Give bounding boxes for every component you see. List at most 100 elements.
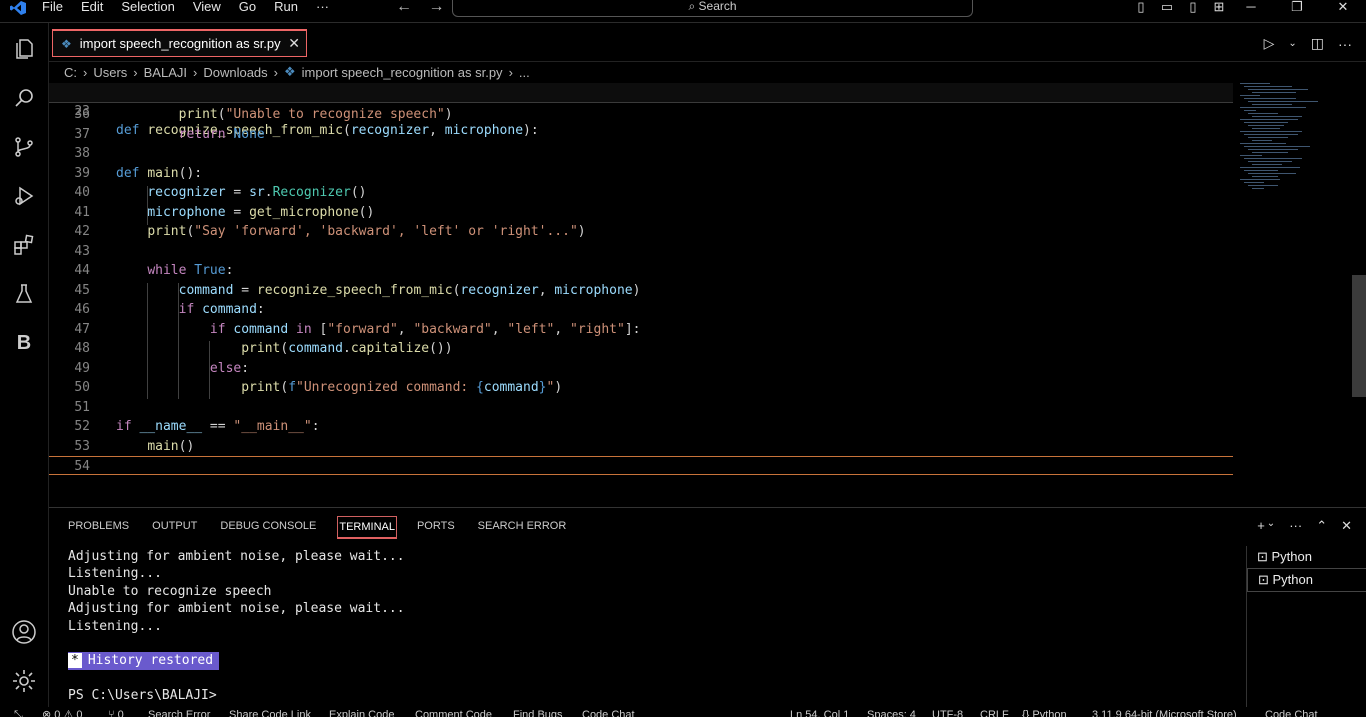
- toggle-secondary-sidebar-icon[interactable]: ▯: [1180, 0, 1206, 14]
- code-line-row[interactable]: 54: [49, 456, 1233, 475]
- close-panel-icon[interactable]: ✕: [1341, 518, 1352, 534]
- tab-terminal[interactable]: TERMINAL: [337, 516, 397, 539]
- editor-scrollbar[interactable]: [1352, 275, 1366, 397]
- vscode-logo-icon[interactable]: [10, 1, 26, 20]
- extensions-icon[interactable]: [10, 231, 38, 259]
- panel-more-icon[interactable]: ···: [1289, 518, 1302, 534]
- sticky-scroll-line[interactable]: 23 def recognize_speech_from_mic(recogni…: [49, 83, 1233, 138]
- tab-ports[interactable]: PORTS: [417, 516, 455, 539]
- terminal-instance[interactable]: ⊡ Python: [1247, 568, 1366, 592]
- code-editor[interactable]: 23 def recognize_speech_from_mic(recogni…: [49, 83, 1233, 503]
- code-line-row[interactable]: 42 print("Say 'forward', 'backward', 'le…: [49, 222, 1233, 241]
- forward-arrow-icon[interactable]: →: [428, 0, 444, 15]
- code-line-row[interactable]: 50 print(f"Unrecognized command: {comman…: [49, 378, 1233, 397]
- terminal-output[interactable]: Adjusting for ambient noise, please wait…: [68, 548, 405, 705]
- line-number: 46: [74, 302, 90, 317]
- menu-file[interactable]: File: [42, 0, 63, 14]
- new-terminal-plus-icon[interactable]: +: [1257, 518, 1265, 534]
- remote-icon[interactable]: ⤡: [14, 707, 23, 717]
- code-line-row[interactable]: 49 else:: [49, 359, 1233, 378]
- terminal-instance[interactable]: ⊡ Python: [1247, 546, 1366, 568]
- menu-selection[interactable]: Selection: [121, 0, 174, 14]
- code-line: while True:: [147, 263, 234, 278]
- minimap-line: [1240, 155, 1262, 156]
- close-tab-icon[interactable]: ✕: [288, 35, 300, 52]
- menu-run[interactable]: Run: [274, 0, 298, 14]
- menu-go[interactable]: Go: [239, 0, 256, 14]
- language-mode[interactable]: {} Python: [1022, 707, 1067, 717]
- b-extension-icon[interactable]: B: [10, 329, 38, 357]
- menu-view[interactable]: View: [193, 0, 221, 14]
- restore-icon[interactable]: ❐: [1274, 0, 1320, 14]
- status-share-code-link[interactable]: Share Code Link: [229, 707, 311, 717]
- run-options-chevron-icon[interactable]: ⌄: [1288, 38, 1296, 49]
- terminal-dropdown-chevron-icon[interactable]: ⌄: [1267, 518, 1275, 534]
- status-find-bugs[interactable]: Find Bugs: [513, 707, 563, 717]
- code-line-row[interactable]: 38: [49, 144, 1233, 163]
- indentation[interactable]: Spaces: 4: [867, 707, 916, 717]
- code-line-row[interactable]: 45 command = recognize_speech_from_mic(r…: [49, 281, 1233, 300]
- code-line: print("Unable to recognize speech"): [178, 107, 453, 122]
- end-of-line[interactable]: CRLF: [980, 707, 1009, 717]
- source-control-icon[interactable]: [10, 133, 38, 161]
- back-arrow-icon[interactable]: ←: [396, 0, 412, 15]
- editor-tab[interactable]: ❖ import speech_recognition as sr.py ✕: [52, 29, 307, 57]
- settings-gear-icon[interactable]: [10, 667, 38, 695]
- maximize-panel-chevron-up-icon[interactable]: ⌃: [1316, 518, 1327, 534]
- code-line-row[interactable]: 51: [49, 398, 1233, 417]
- breadcrumb-item[interactable]: import speech_recognition as sr.py: [302, 65, 503, 80]
- account-icon[interactable]: [10, 618, 38, 646]
- code-line-row[interactable]: 44 while True:: [49, 261, 1233, 280]
- code-line-row[interactable]: 36 print("Unable to recognize speech"): [49, 105, 1233, 124]
- code-line-row[interactable]: 43: [49, 242, 1233, 261]
- problems-status[interactable]: ⊗ 0 ⚠ 0: [42, 707, 83, 717]
- tab-problems[interactable]: PROBLEMS: [68, 516, 129, 539]
- minimap-line: [1244, 134, 1298, 135]
- close-window-icon[interactable]: ✕: [1320, 0, 1366, 14]
- command-center-search[interactable]: ⌕ Search: [452, 0, 973, 17]
- tab-search-error[interactable]: SEARCH ERROR: [478, 516, 567, 539]
- status-explain-code[interactable]: Explain Code: [329, 707, 394, 717]
- code-line-row[interactable]: 47 if command in ["forward", "backward",…: [49, 320, 1233, 339]
- minimap-line: [1244, 146, 1310, 147]
- breadcrumb-item[interactable]: Downloads: [203, 65, 267, 80]
- menu-more[interactable]: ···: [316, 0, 329, 14]
- run-python-file-icon[interactable]: ▷: [1264, 35, 1275, 52]
- code-line-row[interactable]: 48 print(command.capitalize()): [49, 339, 1233, 358]
- code-line-row[interactable]: 37 return None: [49, 125, 1233, 144]
- search-view-icon[interactable]: [10, 84, 38, 112]
- minimap[interactable]: [1236, 83, 1352, 203]
- minimap-line: [1240, 167, 1300, 168]
- breadcrumb-item[interactable]: Users: [93, 65, 127, 80]
- minimap-line: [1248, 137, 1288, 138]
- status-comment-code[interactable]: Comment Code: [415, 707, 492, 717]
- code-chat-status[interactable]: Code Chat: [1265, 707, 1318, 717]
- status-search-error[interactable]: Search Error: [148, 707, 210, 717]
- run-debug-icon[interactable]: [10, 182, 38, 210]
- minimap-line: [1248, 161, 1292, 162]
- tab-output[interactable]: OUTPUT: [152, 516, 197, 539]
- code-line-row[interactable]: 53 main(): [49, 437, 1233, 456]
- code-line-row[interactable]: 41 microphone = get_microphone(): [49, 203, 1233, 222]
- testing-flask-icon[interactable]: [10, 280, 38, 308]
- code-line-row[interactable]: 40 recognizer = sr.Recognizer(): [49, 183, 1233, 202]
- explorer-icon[interactable]: [10, 35, 38, 63]
- python-interpreter[interactable]: 3.11.9 64-bit (Microsoft Store): [1092, 707, 1237, 717]
- code-line-row[interactable]: 52 if __name__ == "__main__":: [49, 417, 1233, 436]
- code-line-row[interactable]: 46 if command:: [49, 300, 1233, 319]
- status-code-chat[interactable]: Code Chat: [582, 707, 635, 717]
- tab-debug-console[interactable]: DEBUG CONSOLE: [220, 516, 316, 539]
- breadcrumb-item[interactable]: C:: [64, 65, 77, 80]
- code-line-row[interactable]: 39 def main():: [49, 164, 1233, 183]
- encoding[interactable]: UTF-8: [932, 707, 963, 717]
- minimize-icon[interactable]: ─: [1228, 0, 1274, 14]
- more-actions-icon[interactable]: ···: [1338, 36, 1352, 52]
- toggle-primary-sidebar-icon[interactable]: ▯: [1128, 0, 1154, 14]
- split-editor-icon[interactable]: ◫: [1311, 35, 1324, 52]
- cursor-position[interactable]: Ln 54, Col 1: [790, 707, 849, 717]
- ports-status[interactable]: ⑂ 0: [108, 707, 124, 717]
- menu-edit[interactable]: Edit: [81, 0, 103, 14]
- toggle-panel-icon[interactable]: ▭: [1154, 0, 1180, 14]
- breadcrumb-item[interactable]: BALAJI: [144, 65, 187, 80]
- breadcrumb-item[interactable]: ...: [519, 65, 530, 80]
